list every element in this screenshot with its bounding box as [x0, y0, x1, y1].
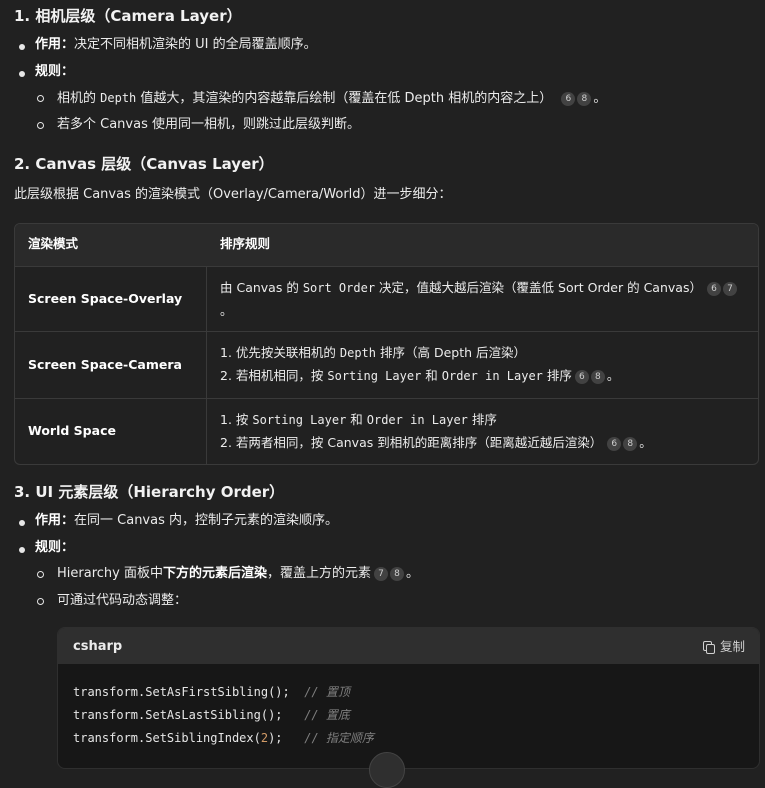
rule-depth: 相机的 Depth 值越大，其渲染的内容越靠后绘制（覆盖在低 Depth 相机的…: [57, 91, 607, 106]
table-row: Screen Space-Overlay 由 Canvas 的 Sort Ord…: [15, 266, 758, 332]
section-heading-canvas-layer: 2. Canvas 层级（Canvas Layer）: [14, 155, 274, 173]
table-header-row: 渲染模式 排序规则: [15, 224, 758, 266]
rules-label: 规则：: [35, 64, 75, 79]
canvas-layer-intro: 此层级根据 Canvas 的渲染模式（Overlay/Camera/World）…: [14, 187, 452, 202]
code-block-header: csharp 复制: [58, 628, 759, 664]
bullet: [19, 44, 25, 50]
rules-label: 规则：: [35, 540, 75, 555]
code-sort-order: Sort Order: [302, 281, 376, 295]
mode-world: World Space: [28, 423, 116, 438]
code-depth: Depth: [100, 91, 137, 105]
bullet: [19, 547, 25, 553]
citation-badge[interactable]: 6: [574, 370, 589, 384]
purpose-line: 作用：决定不同相机渲染的 UI 的全局覆盖顺序。: [35, 35, 317, 55]
overlay-rule: 由 Canvas 的 Sort Order 决定，值越大越后渲染（覆盖低 Sor…: [220, 278, 739, 298]
rule-code-adjust: 可通过代码动态调整：: [57, 593, 188, 608]
table-header-rule: 排序规则: [220, 236, 271, 251]
citation-badge[interactable]: 8: [623, 437, 638, 451]
citation-badge[interactable]: 6: [561, 92, 576, 106]
rule-same-camera: 若多个 Canvas 使用同一相机，则跳过此层级判断。: [57, 117, 360, 132]
purpose-label: 作用：: [35, 37, 75, 52]
citation-badge[interactable]: 7: [374, 567, 388, 581]
chat-response: 1. 相机层级（Camera Layer） 作用：决定不同相机渲染的 UI 的全…: [0, 0, 765, 788]
purpose-text: 决定不同相机渲染的 UI 的全局覆盖顺序。: [74, 37, 317, 52]
camera-rule-1: 1. 优先按关联相机的 Depth 排序（高 Depth 后渲染）: [220, 345, 526, 360]
copy-icon: [702, 641, 715, 654]
copy-button[interactable]: 复制: [702, 637, 745, 657]
table-row: Screen Space-Camera 1. 优先按关联相机的 Depth 排序…: [15, 331, 758, 399]
world-rule-1: 1. 按 Sorting Layer 和 Order in Layer 排序: [220, 412, 497, 427]
code-line: transform.SetAsLastSibling(); // 置底: [73, 708, 350, 722]
mode-camera: Screen Space-Camera: [28, 357, 182, 372]
scroll-to-bottom-button[interactable]: [369, 752, 405, 788]
citation-badge[interactable]: 6: [607, 437, 622, 451]
citation-badge[interactable]: 7: [722, 282, 737, 296]
citation-badge[interactable]: 6: [706, 282, 721, 296]
sub-bullet: [37, 122, 44, 129]
code-line: transform.SetSiblingIndex(2); // 指定顺序: [73, 731, 374, 745]
camera-rule-2: 2. 若相机相同，按 Sorting Layer 和 Order in Laye…: [220, 368, 620, 384]
purpose-line: 作用：在同一 Canvas 内，控制子元素的渲染顺序。: [35, 513, 338, 528]
sub-bullet: [37, 95, 44, 102]
render-mode-table: 渲染模式 排序规则 Screen Space-Overlay 由 Canvas …: [14, 223, 759, 465]
world-rule-2: 2. 若两者相同，按 Canvas 到相机的距离排序（距离越近越后渲染） 6 8。: [220, 435, 652, 451]
bullet: [19, 520, 25, 526]
section-heading-camera-layer: 1. 相机层级（Camera Layer）: [14, 7, 242, 25]
rule-hierarchy: Hierarchy 面板中下方的元素后渲染，覆盖上方的元素 7 8。: [57, 566, 420, 581]
section-heading-hierarchy-order: 3. UI 元素层级（Hierarchy Order）: [14, 483, 285, 501]
code-line: transform.SetAsFirstSibling(); // 置顶: [73, 685, 350, 699]
citation-badge[interactable]: 8: [390, 567, 404, 581]
table-row: World Space 1. 按 Sorting Layer 和 Order i…: [15, 398, 758, 464]
bullet: [19, 71, 25, 77]
table-header-mode: 渲染模式: [28, 236, 79, 251]
overlay-rule-end: 。: [220, 303, 233, 318]
citation-badge[interactable]: 8: [590, 370, 605, 384]
code-block: csharp 复制 transform.SetAsFirstSibling();…: [57, 627, 760, 769]
sub-bullet: [37, 598, 44, 605]
code-language: csharp: [73, 639, 123, 654]
citation-badge[interactable]: 8: [577, 92, 592, 106]
sub-bullet: [37, 571, 44, 578]
mode-overlay: Screen Space-Overlay: [28, 291, 183, 306]
